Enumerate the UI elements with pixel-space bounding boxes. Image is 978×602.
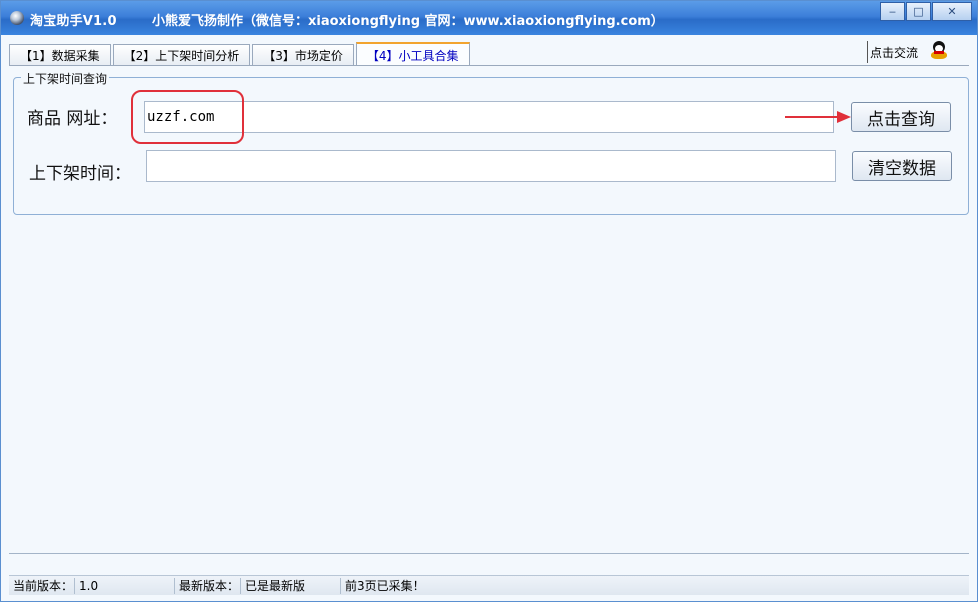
bottom-divider: [9, 553, 969, 554]
tab-strip: 【1】数据采集 【2】上下架时间分析 【3】市场定价 【4】小工具合集: [9, 42, 472, 66]
tab-market-pricing[interactable]: 【3】市场定价: [252, 44, 354, 66]
clear-button[interactable]: 清空数据: [852, 151, 952, 181]
tab-data-collection[interactable]: 【1】数据采集: [9, 44, 111, 66]
tab-listing-time-analysis[interactable]: 【2】上下架时间分析: [112, 44, 251, 66]
title-bar[interactable]: 淘宝助手V1.0 小熊爱飞扬制作（微信号：xiaoxiongflying 官网：…: [1, 1, 977, 35]
chat-link[interactable]: 点击交流: [867, 41, 967, 63]
status-bar: 当前版本： 1.0 最新版本： 已是最新版 前3页已采集！: [9, 575, 969, 595]
tab-divider: [9, 65, 969, 66]
window-title: 淘宝助手V1.0: [30, 14, 117, 29]
query-group-legend: 上下架时间查询: [21, 70, 110, 87]
close-button[interactable]: ✕: [932, 2, 972, 21]
qq-penguin-icon: [931, 41, 947, 59]
app-window: 淘宝助手V1.0 小熊爱飞扬制作（微信号：xiaoxiongflying 官网：…: [0, 0, 978, 602]
status-latest-version: 已是最新版: [241, 577, 341, 594]
tab-tools[interactable]: 【4】小工具合集: [355, 42, 470, 66]
window-author: 小熊爱飞扬制作（微信号：xiaoxiongflying 官网：www.xiaox…: [152, 14, 664, 29]
minimize-button[interactable]: ‒: [880, 2, 905, 21]
status-current-version-label: 当前版本：: [9, 577, 75, 594]
chat-link-label: 点击交流: [870, 45, 919, 60]
url-label: 商品 网址：: [27, 109, 118, 129]
annotation-arrow-icon: [785, 111, 851, 123]
status-message: 前3页已采集！: [345, 579, 425, 593]
close-icon: ✕: [947, 5, 957, 18]
maximize-button[interactable]: □: [906, 2, 931, 21]
window-controls: ‒ □ ✕: [879, 2, 972, 22]
time-label: 上下架时间：: [29, 164, 131, 184]
time-input[interactable]: [146, 150, 836, 182]
app-globe-icon: [10, 11, 24, 25]
minimize-icon: ‒: [889, 5, 896, 18]
url-input[interactable]: uzzf.com: [144, 101, 834, 133]
maximize-icon: □: [913, 5, 924, 18]
annotation-highlight-circle: [131, 90, 244, 144]
query-button[interactable]: 点击查询: [851, 102, 951, 132]
status-latest-version-label: 最新版本：: [175, 577, 241, 594]
status-current-version: 1.0: [75, 577, 175, 594]
